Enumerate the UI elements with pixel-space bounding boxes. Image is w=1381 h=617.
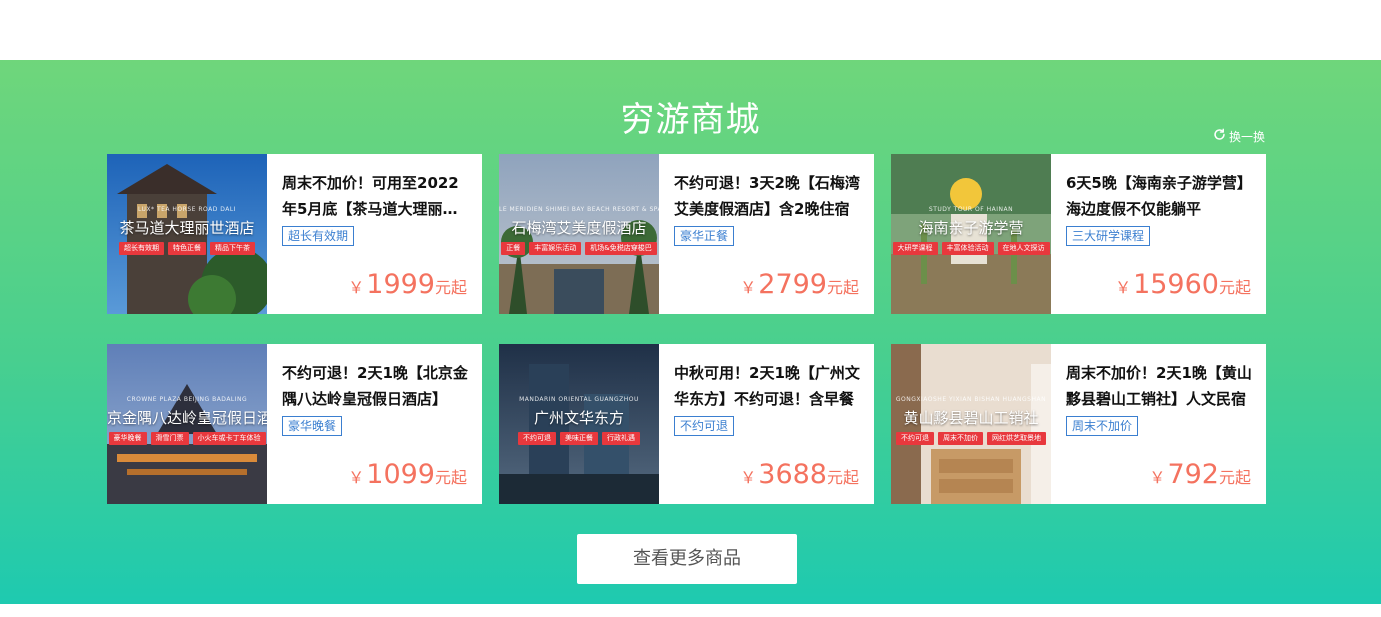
product-image: MANDARIN ORIENTAL GUANGZHOU 广州文华东方 不约可退 … (499, 344, 659, 504)
image-taglines: 大研学课程 丰富体验活动 在地人文探访 (891, 242, 1051, 255)
image-taglines: 不约可退 美味正餐 行政礼遇 (499, 432, 659, 445)
price-value: 15960 (1133, 269, 1219, 300)
product-price: ￥792元起 (1149, 459, 1251, 490)
image-tagline: 网红烘艺取景地 (987, 432, 1046, 445)
currency-symbol: ￥ (740, 278, 757, 297)
price-suffix: 元起 (434, 468, 467, 487)
product-price: ￥1099元起 (348, 459, 467, 490)
image-taglines: 超长有效期 特色正餐 精品下午茶 (107, 242, 267, 255)
image-tagline: 豪华晚餐 (108, 432, 147, 445)
product-card[interactable]: CROWNE PLAZA BEIJING BADALING 京金隅八达岭皇冠假日… (107, 344, 482, 504)
image-taglines: 不约可退 周末不加价 网红烘艺取景地 (891, 432, 1051, 445)
product-card[interactable]: LE MERIDIEN SHIMEI BAY BEACH RESORT & SP… (499, 154, 874, 314)
image-tagline: 不约可退 (518, 432, 556, 445)
image-subtitle: CROWNE PLAZA BEIJING BADALING (126, 396, 248, 403)
price-value: 792 (1167, 459, 1219, 490)
product-tag: 超长有效期 (282, 226, 355, 246)
product-image: GONGXIAOSHE YIXIAN BISHAN HUANGSHAN 黄山黟县… (891, 344, 1051, 504)
image-subtitle: STUDY TOUR OF HAINAN (928, 206, 1014, 213)
image-tagline: 正餐 (501, 242, 526, 255)
product-tag: 豪华正餐 (674, 226, 735, 246)
product-title[interactable]: 不约可退！2天1晚【北京金隅八达岭皇冠假日酒店】 (282, 360, 468, 412)
image-tagline: 周末不加价 (938, 432, 983, 445)
product-price: ￥15960元起 (1115, 269, 1251, 300)
product-image: CROWNE PLAZA BEIJING BADALING 京金隅八达岭皇冠假日… (107, 344, 267, 504)
currency-symbol: ￥ (740, 468, 757, 487)
currency-symbol: ￥ (1115, 278, 1132, 297)
price-value: 3688 (758, 459, 827, 490)
product-image: STUDY TOUR OF HAINAN 海南亲子游学营 大研学课程 丰富体验活… (891, 154, 1051, 314)
product-info: 中秋可用！2天1晚【广州文华东方】不约可退！含早餐 不约可退 ￥3688元起 (659, 344, 874, 504)
image-title: 石梅湾艾美度假酒店 (511, 219, 647, 237)
image-tagline: 滑雪门票 (150, 432, 189, 445)
image-tagline: 大研学课程 (892, 242, 938, 255)
product-card[interactable]: STUDY TOUR OF HAINAN 海南亲子游学营 大研学课程 丰富体验活… (891, 154, 1266, 314)
refresh-label: 换一换 (1229, 129, 1266, 144)
section-title: 穷游商城 (620, 100, 761, 140)
image-tagline: 行政礼遇 (602, 432, 640, 445)
product-card[interactable]: GONGXIAOSHE YIXIAN BISHAN HUANGSHAN 黄山黟县… (891, 344, 1266, 504)
image-title: 京金隅八达岭皇冠假日酒 (107, 409, 267, 427)
product-tag: 周末不加价 (1066, 416, 1139, 436)
product-price: ￥2799元起 (740, 269, 859, 300)
price-suffix: 元起 (1218, 278, 1251, 297)
product-info: 不约可退！2天1晚【北京金隅八达岭皇冠假日酒店】 豪华晚餐 ￥1099元起 (267, 344, 482, 504)
product-info: 不约可退！3天2晚【石梅湾艾美度假酒店】含2晚住宿 豪华正餐 ￥2799元起 (659, 154, 874, 314)
product-tag: 三大研学课程 (1066, 226, 1151, 246)
price-suffix: 元起 (826, 468, 859, 487)
currency-symbol: ￥ (1149, 468, 1166, 487)
image-title: 海南亲子游学营 (918, 219, 1024, 237)
view-more-button[interactable]: 查看更多商品 (577, 534, 797, 584)
product-info: 周末不加价！可用至2022年5月底【茶马道大理丽世酒店】 超长有效期 ￥1999… (267, 154, 482, 314)
price-value: 1099 (366, 459, 435, 490)
image-title: 广州文华东方 (533, 409, 624, 427)
product-price: ￥3688元起 (740, 459, 859, 490)
image-subtitle: GONGXIAOSHE YIXIAN BISHAN HUANGSHAN (895, 396, 1047, 403)
product-title[interactable]: 中秋可用！2天1晚【广州文华东方】不约可退！含早餐 (674, 360, 860, 412)
price-suffix: 元起 (434, 278, 467, 297)
currency-symbol: ￥ (348, 278, 365, 297)
product-title[interactable]: 周末不加价！可用至2022年5月底【茶马道大理丽世酒店】 (282, 170, 468, 222)
product-title[interactable]: 不约可退！3天2晚【石梅湾艾美度假酒店】含2晚住宿 (674, 170, 860, 222)
refresh-button[interactable]: 换一换 (1213, 127, 1265, 145)
product-card[interactable]: MANDARIN ORIENTAL GUANGZHOU 广州文华东方 不约可退 … (499, 344, 874, 504)
image-tagline: 精品下午茶 (210, 242, 255, 255)
product-title[interactable]: 周末不加价！2天1晚【黄山黟县碧山工销社】人文民宿 (1066, 360, 1252, 412)
product-price: ￥1999元起 (348, 269, 467, 300)
image-tagline: 丰富体验活动 (941, 242, 994, 255)
image-tagline: 丰富娱乐活动 (529, 242, 582, 255)
image-tagline: 超长有效期 (119, 242, 164, 255)
product-info: 周末不加价！2天1晚【黄山黟县碧山工销社】人文民宿 周末不加价 ￥792元起 (1051, 344, 1266, 504)
price-value: 1999 (366, 269, 435, 300)
product-image: LUX* TEA HORSE ROAD DALI 茶马道大理丽世酒店 超长有效期… (107, 154, 267, 314)
price-suffix: 元起 (826, 278, 859, 297)
image-taglines: 正餐 丰富娱乐活动 机场&免税店穿梭巴 (499, 242, 659, 255)
currency-symbol: ￥ (348, 468, 365, 487)
image-subtitle: LE MERIDIEN SHIMEI BAY BEACH RESORT & SP… (499, 206, 659, 213)
product-info: 6天5晚【海南亲子游学营】海边度假不仅能躺平 三大研学课程 ￥15960元起 (1051, 154, 1266, 314)
refresh-icon (1213, 128, 1226, 144)
product-card[interactable]: LUX* TEA HORSE ROAD DALI 茶马道大理丽世酒店 超长有效期… (107, 154, 482, 314)
image-tagline: 美味正餐 (560, 432, 598, 445)
product-tag: 豪华晚餐 (282, 416, 343, 436)
mall-section: 穷游商城 换一换 LUX* TEA HORSE ROAD DALI 茶马道大理丽… (0, 60, 1381, 604)
product-image: LE MERIDIEN SHIMEI BAY BEACH RESORT & SP… (499, 154, 659, 314)
price-value: 2799 (758, 269, 827, 300)
image-tagline: 在地人文探访 (997, 242, 1050, 255)
image-taglines: 豪华晚餐 滑雪门票 小火车或卡丁车体验 (107, 432, 267, 445)
product-tag: 不约可退 (674, 416, 735, 436)
image-tagline: 不约可退 (896, 432, 934, 445)
image-title: 茶马道大理丽世酒店 (119, 219, 255, 237)
price-suffix: 元起 (1218, 468, 1251, 487)
image-tagline: 机场&免税店穿梭巴 (585, 242, 657, 255)
image-title: 黄山黟县碧山工销社 (903, 409, 1039, 427)
image-tagline: 小火车或卡丁车体验 (192, 432, 266, 445)
product-title[interactable]: 6天5晚【海南亲子游学营】海边度假不仅能躺平 (1066, 170, 1252, 222)
image-tagline: 特色正餐 (168, 242, 206, 255)
product-grid: LUX* TEA HORSE ROAD DALI 茶马道大理丽世酒店 超长有效期… (107, 154, 1266, 504)
image-subtitle: MANDARIN ORIENTAL GUANGZHOU (519, 396, 639, 403)
image-subtitle: LUX* TEA HORSE ROAD DALI (138, 206, 236, 213)
